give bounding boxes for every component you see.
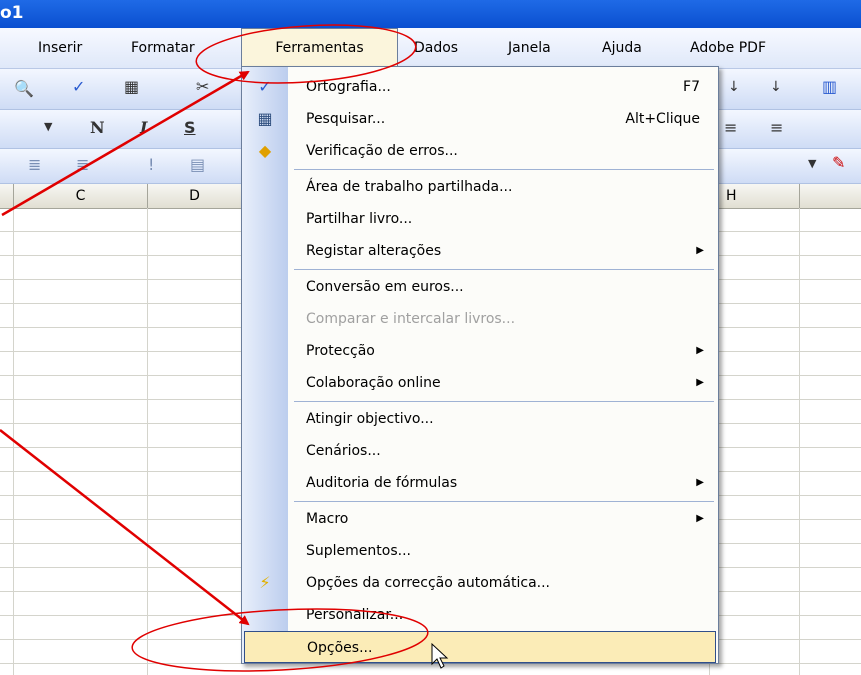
menu-ferramentas[interactable]: Ferramentas — [241, 28, 398, 68]
menu-dados[interactable]: Dados — [414, 28, 458, 68]
menu-adobe-pdf[interactable]: Adobe PDF — [690, 28, 766, 68]
menu-item-macro[interactable]: Macro ▶ — [242, 503, 718, 535]
comment-icon[interactable]: ≣ — [28, 155, 41, 174]
sort-ascending-icon[interactable]: ↓ — [728, 79, 740, 95]
menu-formatar[interactable]: Formatar — [131, 28, 195, 68]
menu-item-verificacao-erros[interactable]: ◆ Verificação de erros... — [242, 135, 718, 167]
pencil-icon[interactable]: ✎ — [832, 153, 845, 172]
submenu-arrow-icon: ▶ — [696, 477, 704, 488]
underline-button[interactable]: S — [184, 118, 196, 137]
sort-descending-icon[interactable]: ↓ — [770, 79, 782, 95]
menu-item-colaboracao-online[interactable]: Colaboração online ▶ — [242, 367, 718, 399]
menu-inserir[interactable]: Inserir — [38, 28, 82, 68]
menu-separator — [294, 401, 714, 402]
line-style-dropdown-icon[interactable]: ▼ — [808, 157, 816, 170]
flag-icon[interactable]: ! — [148, 155, 154, 174]
decrease-indent-icon[interactable]: ≡ — [724, 118, 737, 137]
cut-icon[interactable]: ✂ — [196, 77, 209, 96]
menu-item-opcoes-correccao[interactable]: ⚡ Opções da correcção automática... — [242, 567, 718, 599]
column-header-h[interactable]: H — [718, 184, 800, 208]
menu-separator — [294, 269, 714, 270]
title-bar: o1 — [0, 0, 861, 28]
menu-item-proteccao[interactable]: Protecção ▶ — [242, 335, 718, 367]
menu-item-area-trabalho[interactable]: Área de trabalho partilhada... — [242, 171, 718, 203]
menu-item-atingir-objectivo[interactable]: Atingir objectivo... — [242, 403, 718, 435]
spellcheck-icon: ✓ — [258, 77, 272, 96]
spellcheck-icon[interactable]: ✓ — [72, 77, 85, 96]
chart-wizard-icon[interactable]: ▥ — [822, 77, 837, 96]
menu-item-comparar-intercalar: Comparar e intercalar livros... — [306, 311, 516, 327]
print-preview-icon[interactable]: 🔍 — [14, 79, 34, 98]
menu-item-auditoria-formulas[interactable]: Auditoria de fórmulas ▶ — [242, 467, 718, 499]
window-title: o1 — [0, 3, 24, 23]
submenu-arrow-icon: ▶ — [696, 513, 704, 524]
menu-item-cenarios[interactable]: Cenários... — [242, 435, 718, 467]
column-header-blank — [0, 184, 14, 208]
next-comment-icon[interactable]: ≣ — [76, 155, 89, 174]
menu-item-personalizar[interactable]: Personalizar... — [242, 599, 718, 631]
error-check-icon: ◆ — [258, 141, 272, 160]
menu-item-pesquisar[interactable]: ▦ Pesquisar... Alt+Clique — [242, 103, 718, 135]
menu-item-suplementos[interactable]: Suplementos... — [242, 535, 718, 567]
increase-indent-icon[interactable]: ≡ — [770, 118, 783, 137]
italic-button[interactable]: I — [140, 118, 147, 137]
menu-ajuda[interactable]: Ajuda — [602, 28, 642, 68]
autocorrect-icon: ⚡ — [259, 573, 271, 592]
submenu-arrow-icon: ▶ — [696, 377, 704, 388]
submenu-arrow-icon: ▶ — [696, 345, 704, 356]
menu-separator — [294, 501, 714, 502]
menu-janela[interactable]: Janela — [508, 28, 551, 68]
column-header-d[interactable]: D — [148, 184, 242, 208]
menu-separator — [294, 169, 714, 170]
research-icon[interactable]: ▦ — [124, 77, 139, 96]
font-dropdown-arrow-icon[interactable]: ▼ — [44, 120, 52, 133]
menu-item-registar-alteracoes[interactable]: Registar alterações ▶ — [242, 235, 718, 267]
menu-bar: Inserir Formatar Ferramentas Dados Janel… — [0, 28, 861, 69]
bold-button[interactable]: N — [90, 118, 105, 137]
submenu-arrow-icon: ▶ — [696, 245, 704, 256]
ferramentas-dropdown: ✓ Ortografia... F7 ▦ Pesquisar... Alt+Cl… — [241, 66, 719, 664]
insert-comment-icon[interactable]: ▤ — [190, 155, 205, 174]
research-icon: ▦ — [257, 109, 273, 128]
menu-item-conversao-euros[interactable]: Conversão em euros... — [242, 271, 718, 303]
menu-item-opcoes[interactable]: Opções... — [244, 631, 716, 663]
column-header-c[interactable]: C — [14, 184, 148, 208]
menu-item-partilhar-livro[interactable]: Partilhar livro... — [242, 203, 718, 235]
menu-item-ortografia[interactable]: ✓ Ortografia... F7 — [242, 71, 718, 103]
